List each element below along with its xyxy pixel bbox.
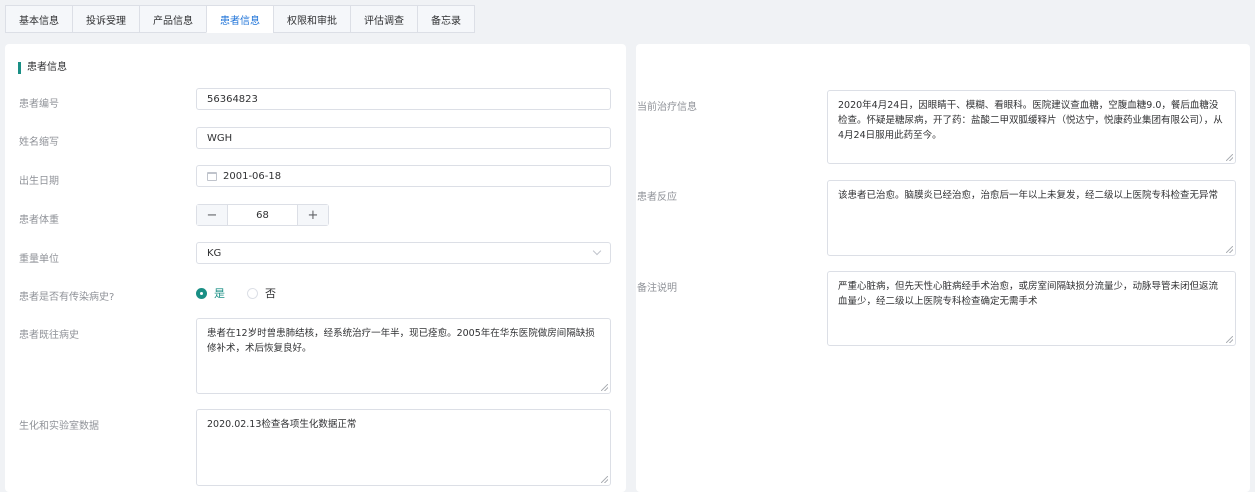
decrement-button[interactable]: − <box>197 205 228 225</box>
resize-handle-icon[interactable] <box>601 476 608 483</box>
patient-id-input[interactable]: 56364823 <box>196 88 611 110</box>
calendar-icon <box>207 171 217 181</box>
tab-patient-info[interactable]: 患者信息 <box>206 5 273 33</box>
medical-history-textarea[interactable]: 患者在12岁时曾患肺结核，经系统治疗一年半，现已痊愈。2005年在华东医院做房间… <box>196 318 611 394</box>
radio-yes[interactable]: 是 <box>196 285 225 301</box>
radio-checked-icon <box>196 287 207 299</box>
weight-unit-select[interactable]: KG <box>196 242 611 264</box>
current-treatment-value: 2020年4月24日，因眼睛干、模糊、看眼科。医院建议查血糖，空腹血糖9.0，餐… <box>838 100 1223 141</box>
increment-button[interactable]: + <box>297 205 328 225</box>
infectious-history-label: 患者是否有传染病史? <box>19 292 115 303</box>
weight-stepper[interactable]: − 68 + <box>196 204 329 226</box>
dob-label: 出生日期 <box>19 176 59 187</box>
tab-assessment-survey[interactable]: 评估调查 <box>350 5 417 33</box>
chevron-down-icon <box>592 246 602 256</box>
current-treatment-label: 当前治疗信息 <box>637 102 697 113</box>
patient-reaction-value: 该患者已治愈。脑膜炎已经治愈，治愈后一年以上未复发，经二级以上医院专科检查无异常 <box>838 190 1219 201</box>
notes-value: 严重心脏病，但先天性心脏病经手术治愈，或房室间隔缺损分流量少，动脉导管未闭但返流… <box>838 281 1219 307</box>
current-treatment-textarea[interactable]: 2020年4月24日，因眼睛干、模糊、看眼科。医院建议查血糖，空腹血糖9.0，餐… <box>827 90 1236 164</box>
name-abbr-input[interactable]: WGH <box>196 127 611 149</box>
section-title: 患者信息 <box>18 62 67 74</box>
resize-handle-icon[interactable] <box>1226 154 1233 161</box>
patient-id-value: 56364823 <box>207 93 258 105</box>
tab-complaint-acceptance[interactable]: 投诉受理 <box>72 5 139 33</box>
medical-history-label: 患者既往病史 <box>19 330 79 341</box>
weight-label: 患者体重 <box>19 215 59 226</box>
lab-data-textarea[interactable]: 2020.02.13检查各项生化数据正常 <box>196 409 611 486</box>
weight-unit-label: 重量单位 <box>19 254 59 265</box>
infectious-history-radio-group: 是 否 <box>196 285 298 301</box>
radio-no[interactable]: 否 <box>247 285 276 301</box>
tab-permissions-approval[interactable]: 权限和审批 <box>273 5 350 33</box>
resize-handle-icon[interactable] <box>1226 246 1233 253</box>
patient-id-label: 患者编号 <box>19 99 59 110</box>
tab-basic-info[interactable]: 基本信息 <box>5 5 72 33</box>
patient-reaction-label: 患者反应 <box>637 192 677 203</box>
patient-info-panel: 患者信息 患者编号 56364823 姓名缩写 WGH 出生日期 2001-06… <box>5 44 626 492</box>
lab-data-value: 2020.02.13检查各项生化数据正常 <box>207 419 357 430</box>
resize-handle-icon[interactable] <box>601 384 608 391</box>
dob-date-picker[interactable]: 2001-06-18 <box>196 165 611 187</box>
weight-value[interactable]: 68 <box>228 205 297 225</box>
tab-bar: 基本信息 投诉受理 产品信息 患者信息 权限和审批 评估调查 备忘录 <box>5 5 475 33</box>
notes-label: 备注说明 <box>637 283 677 294</box>
radio-unchecked-icon <box>247 287 258 299</box>
tab-memo[interactable]: 备忘录 <box>417 5 475 33</box>
weight-unit-value: KG <box>207 247 222 259</box>
dob-value: 2001-06-18 <box>223 170 282 182</box>
resize-handle-icon[interactable] <box>1226 336 1233 343</box>
name-abbr-value: WGH <box>207 132 233 144</box>
name-abbr-label: 姓名缩写 <box>19 137 59 148</box>
patient-reaction-textarea[interactable]: 该患者已治愈。脑膜炎已经治愈，治愈后一年以上未复发，经二级以上医院专科检查无异常 <box>827 180 1236 256</box>
notes-textarea[interactable]: 严重心脏病，但先天性心脏病经手术治愈，或房室间隔缺损分流量少，动脉导管未闭但返流… <box>827 271 1236 346</box>
treatment-info-panel: 当前治疗信息 2020年4月24日，因眼睛干、模糊、看眼科。医院建议查血糖，空腹… <box>636 44 1250 492</box>
medical-history-value: 患者在12岁时曾患肺结核，经系统治疗一年半，现已痊愈。2005年在华东医院做房间… <box>207 328 595 354</box>
radio-no-label: 否 <box>265 287 276 300</box>
radio-yes-label: 是 <box>214 287 225 300</box>
tab-product-info[interactable]: 产品信息 <box>139 5 206 33</box>
lab-data-label: 生化和实验室数据 <box>19 421 99 432</box>
